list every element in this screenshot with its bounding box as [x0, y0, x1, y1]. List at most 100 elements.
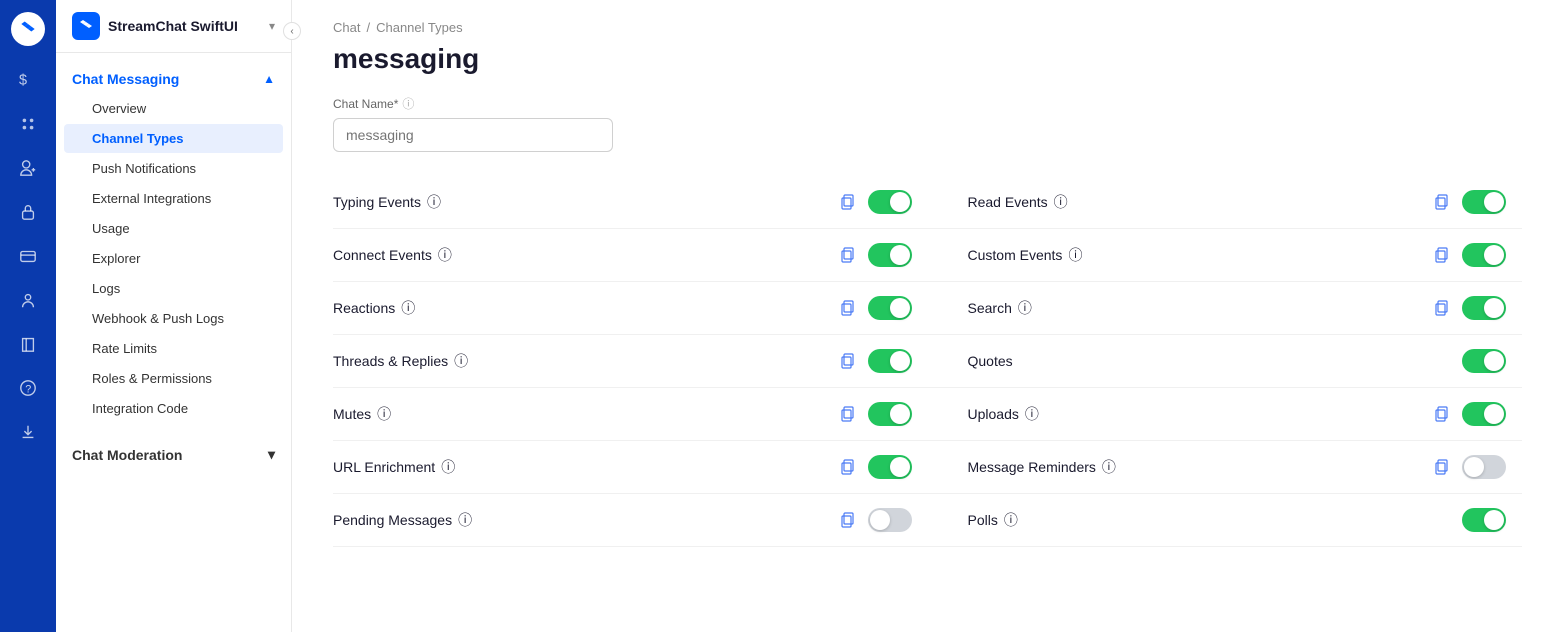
message-reminders-copy-icon[interactable] — [1430, 455, 1454, 479]
help-icon[interactable]: ? — [10, 370, 46, 406]
chat-moderation-header[interactable]: Chat Moderation ▾ — [56, 440, 291, 469]
connect-events-toggle[interactable] — [868, 243, 912, 267]
reactions-toggle[interactable] — [868, 296, 912, 320]
chat-moderation-chevron: ▾ — [268, 446, 275, 463]
threads-replies-label: Threads & Replies ⓘ — [333, 351, 468, 371]
threads-replies-copy-icon[interactable] — [836, 349, 860, 373]
threads-replies-info-icon: ⓘ — [454, 351, 468, 371]
sidebar-item-integration-code[interactable]: Integration Code — [64, 394, 283, 423]
sidebar-item-rate-limits[interactable]: Rate Limits — [64, 334, 283, 363]
read-events-toggle[interactable] — [1462, 190, 1506, 214]
pending-messages-copy-icon[interactable] — [836, 508, 860, 532]
breadcrumb-chat[interactable]: Chat — [333, 20, 360, 35]
sidebar-collapse-button[interactable]: ‹ — [283, 22, 301, 40]
mutes-copy-icon[interactable] — [836, 402, 860, 426]
mutes-toggle[interactable] — [868, 402, 912, 426]
typing-events-info-icon: ⓘ — [427, 192, 441, 212]
mutes-info-icon: ⓘ — [377, 404, 391, 424]
person-add-icon[interactable] — [10, 150, 46, 186]
custom-events-copy-icon[interactable] — [1430, 243, 1454, 267]
chat-messaging-title: Chat Messaging — [72, 71, 179, 87]
mutes-controls — [836, 402, 912, 426]
chat-messaging-header[interactable]: Chat Messaging ▲ — [56, 65, 291, 93]
sidebar-item-usage[interactable]: Usage — [64, 214, 283, 243]
chat-messaging-section: Chat Messaging ▲ Overview Channel Types … — [56, 53, 291, 428]
settings-right-col: Read Events ⓘ Custom Events ⓘ — [928, 176, 1523, 547]
chat-moderation-title: Chat Moderation — [72, 447, 182, 463]
sidebar-item-explorer[interactable]: Explorer — [64, 244, 283, 273]
quotes-controls — [1462, 349, 1506, 373]
sidebar-item-overview[interactable]: Overview — [64, 94, 283, 123]
custom-events-controls — [1430, 243, 1506, 267]
message-reminders-info-icon: ⓘ — [1102, 457, 1116, 477]
grid-icon[interactable] — [10, 106, 46, 142]
app-logo — [72, 12, 100, 40]
card-icon[interactable] — [10, 238, 46, 274]
sidebar-item-push-notifications[interactable]: Push Notifications — [64, 154, 283, 183]
svg-text:?: ? — [25, 384, 31, 396]
setting-row-pending-messages: Pending Messages ⓘ — [333, 494, 928, 547]
breadcrumb-channel-types[interactable]: Channel Types — [376, 20, 463, 35]
typing-events-toggle[interactable] — [868, 190, 912, 214]
quotes-toggle[interactable] — [1462, 349, 1506, 373]
setting-row-typing-events: Typing Events ⓘ — [333, 176, 928, 229]
chat-messaging-chevron: ▲ — [263, 72, 275, 86]
connect-events-label: Connect Events ⓘ — [333, 245, 452, 265]
app-dropdown-icon[interactable]: ▾ — [269, 19, 275, 33]
search-controls — [1430, 296, 1506, 320]
read-events-controls — [1430, 190, 1506, 214]
url-enrichment-label: URL Enrichment ⓘ — [333, 457, 455, 477]
pending-messages-toggle[interactable] — [868, 508, 912, 532]
app-name: StreamChat SwiftUI — [108, 18, 261, 34]
polls-controls — [1462, 508, 1506, 532]
profile-icon[interactable] — [10, 282, 46, 318]
sidebar-item-webhook-push-logs[interactable]: Webhook & Push Logs — [64, 304, 283, 333]
mutes-label: Mutes ⓘ — [333, 404, 391, 424]
chat-moderation-section: Chat Moderation ▾ — [56, 428, 291, 473]
setting-row-threads-replies: Threads & Replies ⓘ — [333, 335, 928, 388]
sidebar-item-channel-types[interactable]: Channel Types — [64, 124, 283, 153]
polls-label: Polls ⓘ — [968, 510, 1018, 530]
stream-logo[interactable] — [11, 12, 45, 46]
search-label: Search ⓘ — [968, 298, 1032, 318]
polls-info-icon: ⓘ — [1004, 510, 1018, 530]
uploads-copy-icon[interactable] — [1430, 402, 1454, 426]
typing-events-controls — [836, 190, 912, 214]
read-events-copy-icon[interactable] — [1430, 190, 1454, 214]
typing-events-copy-icon[interactable] — [836, 190, 860, 214]
reactions-info-icon: ⓘ — [401, 298, 415, 318]
read-events-label: Read Events ⓘ — [968, 192, 1068, 212]
message-reminders-toggle[interactable] — [1462, 455, 1506, 479]
svg-text:$: $ — [19, 73, 27, 89]
dollar-icon[interactable]: $ — [10, 62, 46, 98]
reactions-label: Reactions ⓘ — [333, 298, 415, 318]
sidebar: StreamChat SwiftUI ▾ Chat Messaging ▲ Ov… — [56, 0, 292, 632]
custom-events-info-icon: ⓘ — [1068, 245, 1082, 265]
search-toggle[interactable] — [1462, 296, 1506, 320]
icon-rail: $ ? — [0, 0, 56, 632]
url-enrichment-info-icon: ⓘ — [441, 457, 455, 477]
chat-name-input[interactable] — [333, 118, 613, 152]
reactions-copy-icon[interactable] — [836, 296, 860, 320]
lock-icon[interactable] — [10, 194, 46, 230]
book-icon[interactable] — [10, 326, 46, 362]
export-icon[interactable] — [10, 414, 46, 450]
setting-row-reactions: Reactions ⓘ — [333, 282, 928, 335]
main-content: Chat / Channel Types messaging Chat Name… — [301, 0, 1554, 632]
pending-messages-label: Pending Messages ⓘ — [333, 510, 472, 530]
uploads-toggle[interactable] — [1462, 402, 1506, 426]
search-copy-icon[interactable] — [1430, 296, 1454, 320]
url-enrichment-copy-icon[interactable] — [836, 455, 860, 479]
custom-events-label: Custom Events ⓘ — [968, 245, 1083, 265]
connect-events-copy-icon[interactable] — [836, 243, 860, 267]
custom-events-toggle[interactable] — [1462, 243, 1506, 267]
sidebar-item-logs[interactable]: Logs — [64, 274, 283, 303]
url-enrichment-toggle[interactable] — [868, 455, 912, 479]
polls-toggle[interactable] — [1462, 508, 1506, 532]
threads-replies-toggle[interactable] — [868, 349, 912, 373]
typing-events-label: Typing Events ⓘ — [333, 192, 441, 212]
sidebar-item-roles-permissions[interactable]: Roles & Permissions — [64, 364, 283, 393]
read-events-info-icon: ⓘ — [1054, 192, 1068, 212]
uploads-label: Uploads ⓘ — [968, 404, 1039, 424]
sidebar-item-external-integrations[interactable]: External Integrations — [64, 184, 283, 213]
